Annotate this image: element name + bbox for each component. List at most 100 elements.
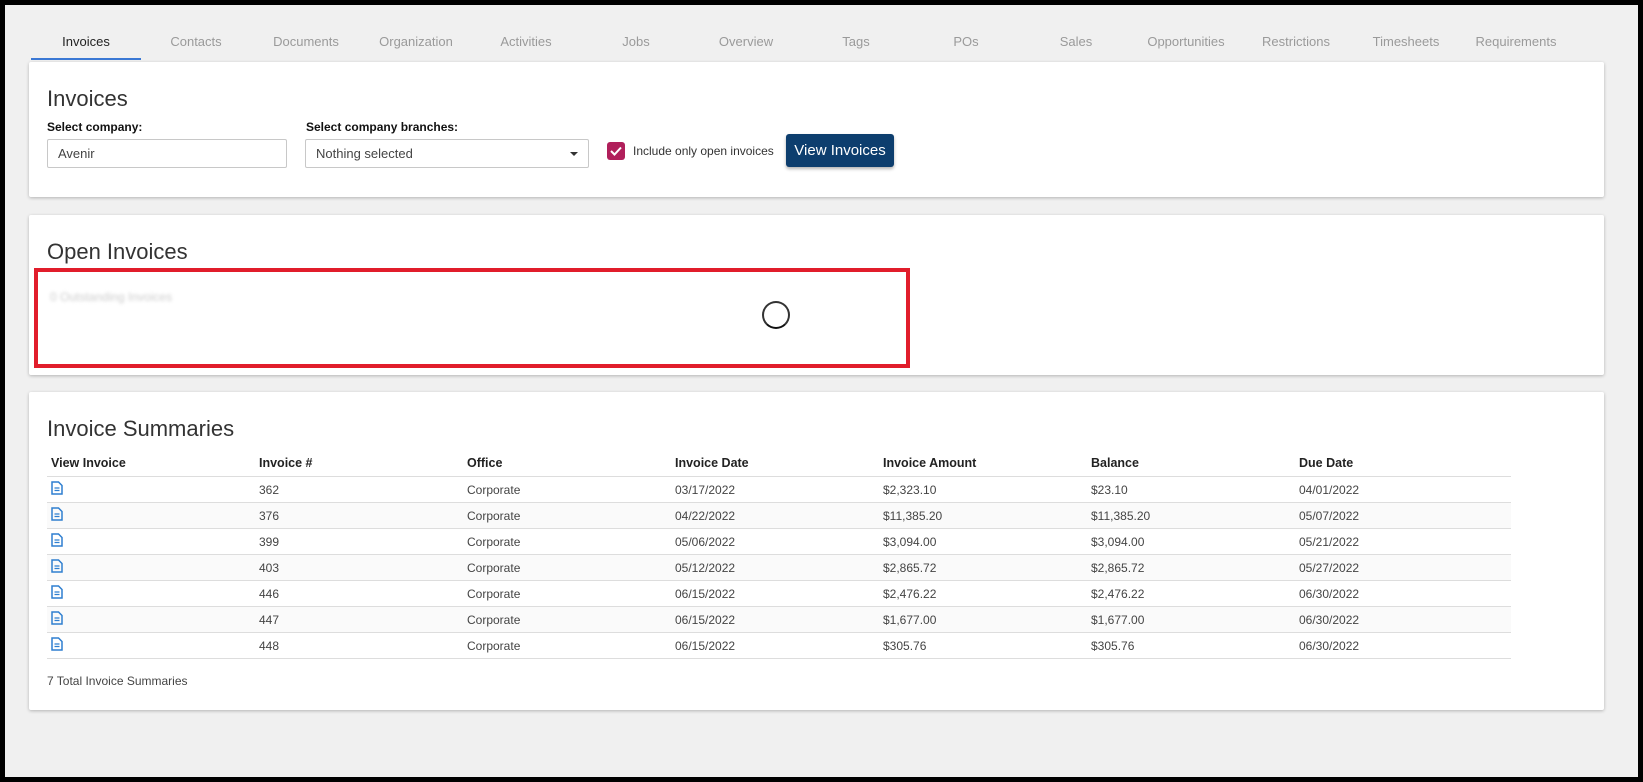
- balance-cell: $3,094.00: [1087, 528, 1295, 555]
- col-view-invoice: View Invoice: [47, 450, 255, 477]
- checkmark-icon: [610, 146, 622, 156]
- document-icon[interactable]: [51, 637, 63, 654]
- app-frame: Invoices Contacts Documents Organization…: [5, 5, 1638, 777]
- balance-cell: $1,677.00: [1087, 606, 1295, 633]
- table-row: 448 Corporate 06/15/2022 $305.76 $305.76…: [47, 632, 1511, 659]
- invoice-summaries-title: Invoice Summaries: [47, 416, 235, 441]
- col-invoice-amount: Invoice Amount: [879, 450, 1087, 477]
- tab-sales[interactable]: Sales: [1021, 23, 1131, 60]
- company-label: Select company:: [47, 120, 143, 134]
- open-only-label: Include only open invoices: [633, 144, 774, 158]
- view-invoice-cell: [47, 606, 255, 633]
- chevron-down-icon: [570, 151, 578, 156]
- invoice-date-cell: 03/17/2022: [671, 476, 879, 503]
- table-row: 362 Corporate 03/17/2022 $2,323.10 $23.1…: [47, 476, 1511, 503]
- balance-cell: $2,476.22: [1087, 580, 1295, 607]
- due-date-cell: 05/07/2022: [1295, 502, 1511, 529]
- due-date-cell: 04/01/2022: [1295, 476, 1511, 503]
- balance-cell: $305.76: [1087, 632, 1295, 659]
- table-header-row: View Invoice Invoice # Office Invoice Da…: [47, 450, 1511, 477]
- loading-spinner-icon: [762, 301, 790, 329]
- invoice-amount-cell: $2,323.10: [879, 476, 1087, 503]
- table-row: 403 Corporate 05/12/2022 $2,865.72 $2,86…: [47, 554, 1511, 581]
- invoice-amount-cell: $305.76: [879, 632, 1087, 659]
- invoices-filter-card: Invoices Select company: Select company …: [29, 62, 1604, 197]
- branches-select[interactable]: Nothing selected: [305, 139, 589, 168]
- col-balance: Balance: [1087, 450, 1295, 477]
- invoice-date-cell: 05/12/2022: [671, 554, 879, 581]
- invoice-date-cell: 06/15/2022: [671, 632, 879, 659]
- document-icon[interactable]: [51, 611, 63, 628]
- view-invoice-cell: [47, 502, 255, 529]
- company-input[interactable]: [47, 139, 287, 168]
- invoice-date-cell: 06/15/2022: [671, 580, 879, 607]
- invoices-card-title: Invoices: [47, 86, 128, 111]
- document-icon[interactable]: [51, 481, 63, 498]
- view-invoice-cell: [47, 632, 255, 659]
- view-invoice-cell: [47, 554, 255, 581]
- tab-documents[interactable]: Documents: [251, 23, 361, 60]
- col-due-date: Due Date: [1295, 450, 1511, 477]
- invoice-date-cell: 05/06/2022: [671, 528, 879, 555]
- document-icon[interactable]: [51, 559, 63, 576]
- invoice-amount-cell: $3,094.00: [879, 528, 1087, 555]
- invoice-date-cell: 04/22/2022: [671, 502, 879, 529]
- tab-requirements[interactable]: Requirements: [1461, 23, 1571, 60]
- col-invoice-number: Invoice #: [255, 450, 463, 477]
- col-invoice-date: Invoice Date: [671, 450, 879, 477]
- view-invoice-cell: [47, 476, 255, 503]
- table-row: 446 Corporate 06/15/2022 $2,476.22 $2,47…: [47, 580, 1511, 607]
- due-date-cell: 06/30/2022: [1295, 632, 1511, 659]
- due-date-cell: 06/30/2022: [1295, 606, 1511, 633]
- tab-bar: Invoices Contacts Documents Organization…: [31, 23, 1571, 60]
- branches-label: Select company branches:: [306, 120, 459, 134]
- view-invoice-cell: [47, 528, 255, 555]
- tab-pos[interactable]: POs: [911, 23, 1021, 60]
- invoice-number-cell: 362: [255, 476, 463, 503]
- open-only-checkbox[interactable]: [607, 142, 625, 160]
- office-cell: Corporate: [463, 502, 671, 529]
- office-cell: Corporate: [463, 632, 671, 659]
- due-date-cell: 05/21/2022: [1295, 528, 1511, 555]
- tab-jobs[interactable]: Jobs: [581, 23, 691, 60]
- outstanding-invoices-text: 0 Outstanding Invoices: [50, 290, 173, 304]
- tab-timesheets[interactable]: Timesheets: [1351, 23, 1461, 60]
- due-date-cell: 05/27/2022: [1295, 554, 1511, 581]
- balance-cell: $23.10: [1087, 476, 1295, 503]
- branches-select-value: Nothing selected: [316, 146, 413, 161]
- tab-overview[interactable]: Overview: [691, 23, 801, 60]
- office-cell: Corporate: [463, 528, 671, 555]
- table-row: 399 Corporate 05/06/2022 $3,094.00 $3,09…: [47, 528, 1511, 555]
- invoice-amount-cell: $2,865.72: [879, 554, 1087, 581]
- tab-activities[interactable]: Activities: [471, 23, 581, 60]
- invoice-amount-cell: $1,677.00: [879, 606, 1087, 633]
- tab-tags[interactable]: Tags: [801, 23, 911, 60]
- document-icon[interactable]: [51, 585, 63, 602]
- invoice-number-cell: 447: [255, 606, 463, 633]
- tab-contacts[interactable]: Contacts: [141, 23, 251, 60]
- tab-organization[interactable]: Organization: [361, 23, 471, 60]
- office-cell: Corporate: [463, 476, 671, 503]
- loading-highlight-box: 0 Outstanding Invoices: [34, 268, 910, 368]
- table-row: 376 Corporate 04/22/2022 $11,385.20 $11,…: [47, 502, 1511, 529]
- tab-invoices[interactable]: Invoices: [31, 23, 141, 60]
- document-icon[interactable]: [51, 533, 63, 550]
- open-invoices-title: Open Invoices: [47, 239, 188, 264]
- view-invoices-button[interactable]: View Invoices: [786, 134, 894, 167]
- document-icon[interactable]: [51, 507, 63, 524]
- due-date-cell: 06/30/2022: [1295, 580, 1511, 607]
- office-cell: Corporate: [463, 580, 671, 607]
- office-cell: Corporate: [463, 606, 671, 633]
- invoice-summaries-card: Invoice Summaries View Invoice Invoice #…: [29, 392, 1604, 710]
- invoice-number-cell: 403: [255, 554, 463, 581]
- table-row: 447 Corporate 06/15/2022 $1,677.00 $1,67…: [47, 606, 1511, 633]
- view-invoice-cell: [47, 580, 255, 607]
- tab-restrictions[interactable]: Restrictions: [1241, 23, 1351, 60]
- invoice-number-cell: 446: [255, 580, 463, 607]
- col-office: Office: [463, 450, 671, 477]
- invoice-date-cell: 06/15/2022: [671, 606, 879, 633]
- tab-opportunities[interactable]: Opportunities: [1131, 23, 1241, 60]
- invoice-summaries-table: View Invoice Invoice # Office Invoice Da…: [47, 450, 1511, 659]
- balance-cell: $11,385.20: [1087, 502, 1295, 529]
- invoice-number-cell: 376: [255, 502, 463, 529]
